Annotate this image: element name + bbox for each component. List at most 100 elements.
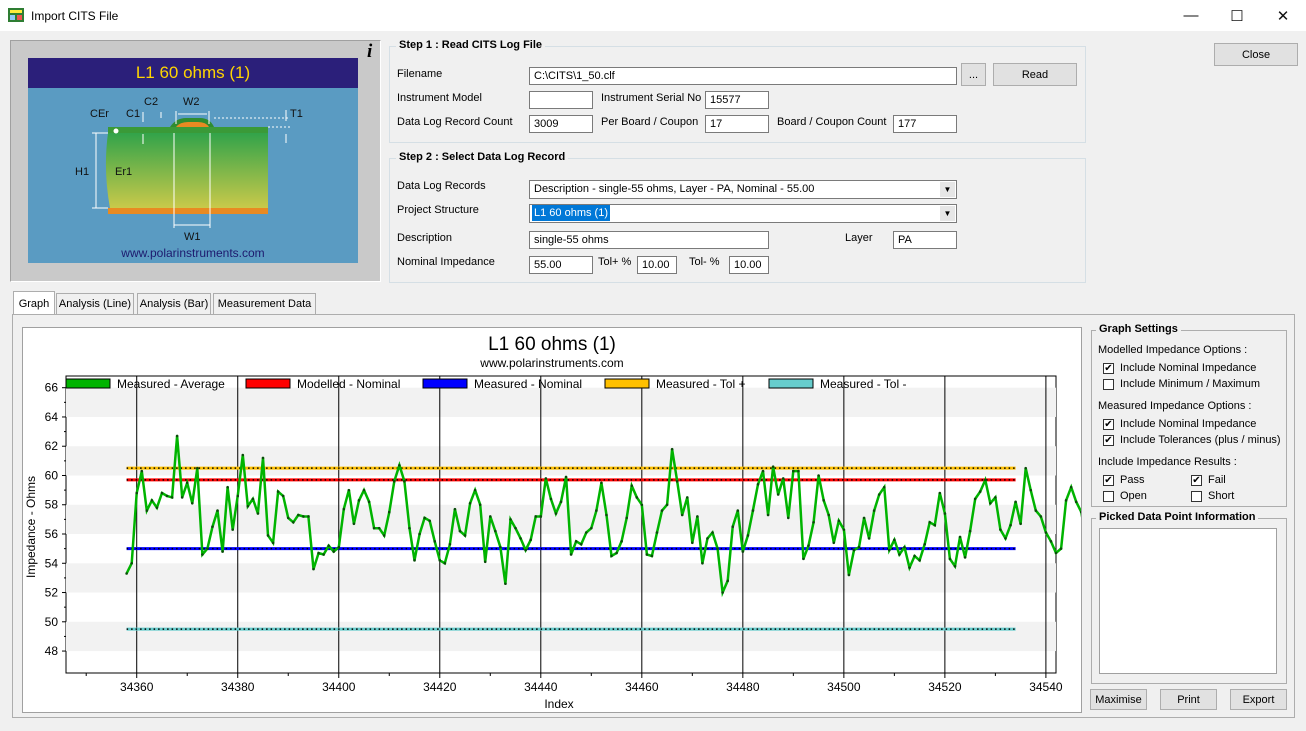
- data-point: [877, 493, 881, 496]
- data-point: [448, 542, 452, 546]
- grid-band: [66, 563, 1056, 593]
- picked-info-box: [1099, 528, 1277, 674]
- measured-nominal-label: Include Nominal Impedance: [1120, 418, 1257, 430]
- data-point: [145, 509, 149, 512]
- data-point: [983, 478, 987, 482]
- data-point: [211, 525, 214, 528]
- nominal-field[interactable]: 55.00: [529, 256, 593, 274]
- data-point: [610, 554, 613, 558]
- tab-analysis-line[interactable]: Analysis (Line): [56, 293, 134, 314]
- description-field[interactable]: single-55 ohms: [529, 231, 769, 249]
- data-point: [620, 540, 623, 543]
- close-button[interactable]: Close: [1214, 43, 1298, 66]
- layer-label: Layer: [845, 232, 873, 244]
- data-point: [1074, 500, 1078, 504]
- board-count-field[interactable]: 177: [893, 115, 957, 133]
- label-c1: C1: [126, 108, 141, 120]
- layer-field[interactable]: PA: [893, 231, 957, 249]
- data-point: [888, 548, 891, 552]
- data-point: [196, 466, 199, 470]
- data-point: [216, 509, 219, 512]
- modelled-minmax-checkbox[interactable]: [1103, 379, 1114, 390]
- data-point: [923, 542, 926, 546]
- per-board-field[interactable]: 17: [705, 115, 769, 133]
- serial-field[interactable]: 15577: [705, 91, 769, 109]
- data-point: [665, 503, 669, 507]
- maximise-button[interactable]: Maximise: [1090, 689, 1147, 710]
- info-icon[interactable]: i: [367, 41, 372, 63]
- data-point: [256, 512, 260, 515]
- print-button[interactable]: Print: [1160, 689, 1217, 710]
- data-point: [428, 519, 431, 523]
- modelled-minmax-label: Include Minimum / Maximum: [1120, 378, 1260, 390]
- project-structure-select[interactable]: L1 60 ohms (1) ▼: [529, 204, 957, 223]
- x-tick-label: 34420: [423, 680, 457, 694]
- data-point: [766, 513, 770, 517]
- data-point: [797, 469, 800, 473]
- data-point: [625, 516, 628, 520]
- data-point: [286, 516, 290, 520]
- data-point: [261, 456, 265, 460]
- instrument-model-field[interactable]: [529, 91, 593, 109]
- tab-graph[interactable]: Graph: [13, 291, 55, 315]
- data-point: [1029, 488, 1033, 492]
- chart-panel[interactable]: L1 60 ohms (1) www.polarinstruments.com …: [22, 327, 1082, 713]
- chart-subtitle: www.polarinstruments.com: [479, 356, 623, 370]
- data-point: [155, 506, 159, 509]
- data-point: [418, 532, 421, 536]
- record-count-field[interactable]: 3009: [529, 115, 593, 133]
- data-point: [1059, 547, 1063, 550]
- short-checkbox[interactable]: [1191, 491, 1202, 502]
- browse-button[interactable]: ...: [961, 63, 986, 86]
- data-point: [564, 475, 568, 479]
- legend-swatch: [604, 378, 650, 389]
- impedance-chart[interactable]: L1 60 ohms (1) www.polarinstruments.com …: [23, 328, 1081, 712]
- data-point: [433, 540, 437, 543]
- data-point: [241, 453, 245, 457]
- fail-checkbox[interactable]: ✔: [1191, 475, 1202, 486]
- data-point: [1039, 515, 1043, 518]
- data-point: [989, 501, 992, 505]
- measured-nominal-checkbox[interactable]: ✔: [1103, 419, 1114, 430]
- project-value: L1 60 ohms (1): [532, 205, 610, 221]
- records-value: Description - single-55 ohms, Layer - PA…: [534, 183, 815, 195]
- data-point: [721, 591, 724, 594]
- data-point: [953, 564, 957, 568]
- data-point: [438, 559, 442, 562]
- maximize-button[interactable]: ☐: [1214, 0, 1260, 31]
- close-window-button[interactable]: ✕: [1260, 0, 1306, 31]
- data-point: [342, 507, 346, 511]
- results-label: Include Impedance Results :: [1098, 456, 1237, 468]
- label-c2: C2: [144, 96, 159, 108]
- tol-plus-label: Tol+ %: [598, 256, 632, 268]
- grid-band: [66, 446, 1056, 476]
- data-point: [352, 522, 356, 526]
- data-point: [716, 547, 719, 550]
- tol-minus-field[interactable]: 10.00: [729, 256, 769, 274]
- tab-analysis-bar[interactable]: Analysis (Bar): [137, 293, 211, 314]
- data-point: [786, 516, 790, 520]
- data-point: [529, 538, 532, 542]
- data-point: [973, 497, 977, 501]
- modelled-nominal-checkbox[interactable]: ✔: [1103, 363, 1114, 374]
- data-point: [968, 529, 972, 533]
- filename-field[interactable]: C:\CITS\1_50.clf: [529, 67, 957, 85]
- read-button[interactable]: Read: [993, 63, 1077, 86]
- data-point: [1064, 499, 1068, 502]
- pass-checkbox[interactable]: ✔: [1103, 475, 1114, 486]
- data-log-records-select[interactable]: Description - single-55 ohms, Layer - PA…: [529, 180, 957, 199]
- x-tick-label: 34440: [524, 680, 558, 694]
- data-point: [226, 485, 229, 489]
- data-point: [933, 523, 937, 527]
- minimize-button[interactable]: —: [1168, 0, 1214, 31]
- export-button[interactable]: Export: [1230, 689, 1287, 710]
- data-point: [852, 548, 856, 552]
- data-point: [963, 556, 967, 559]
- tol-plus-field[interactable]: 10.00: [637, 256, 677, 274]
- tab-measurement-data[interactable]: Measurement Data: [213, 293, 316, 314]
- chart-title: L1 60 ohms (1): [488, 334, 616, 355]
- open-checkbox[interactable]: [1103, 491, 1114, 502]
- data-point: [175, 434, 179, 438]
- data-point: [549, 497, 553, 501]
- measured-tolerances-checkbox[interactable]: ✔: [1103, 435, 1114, 446]
